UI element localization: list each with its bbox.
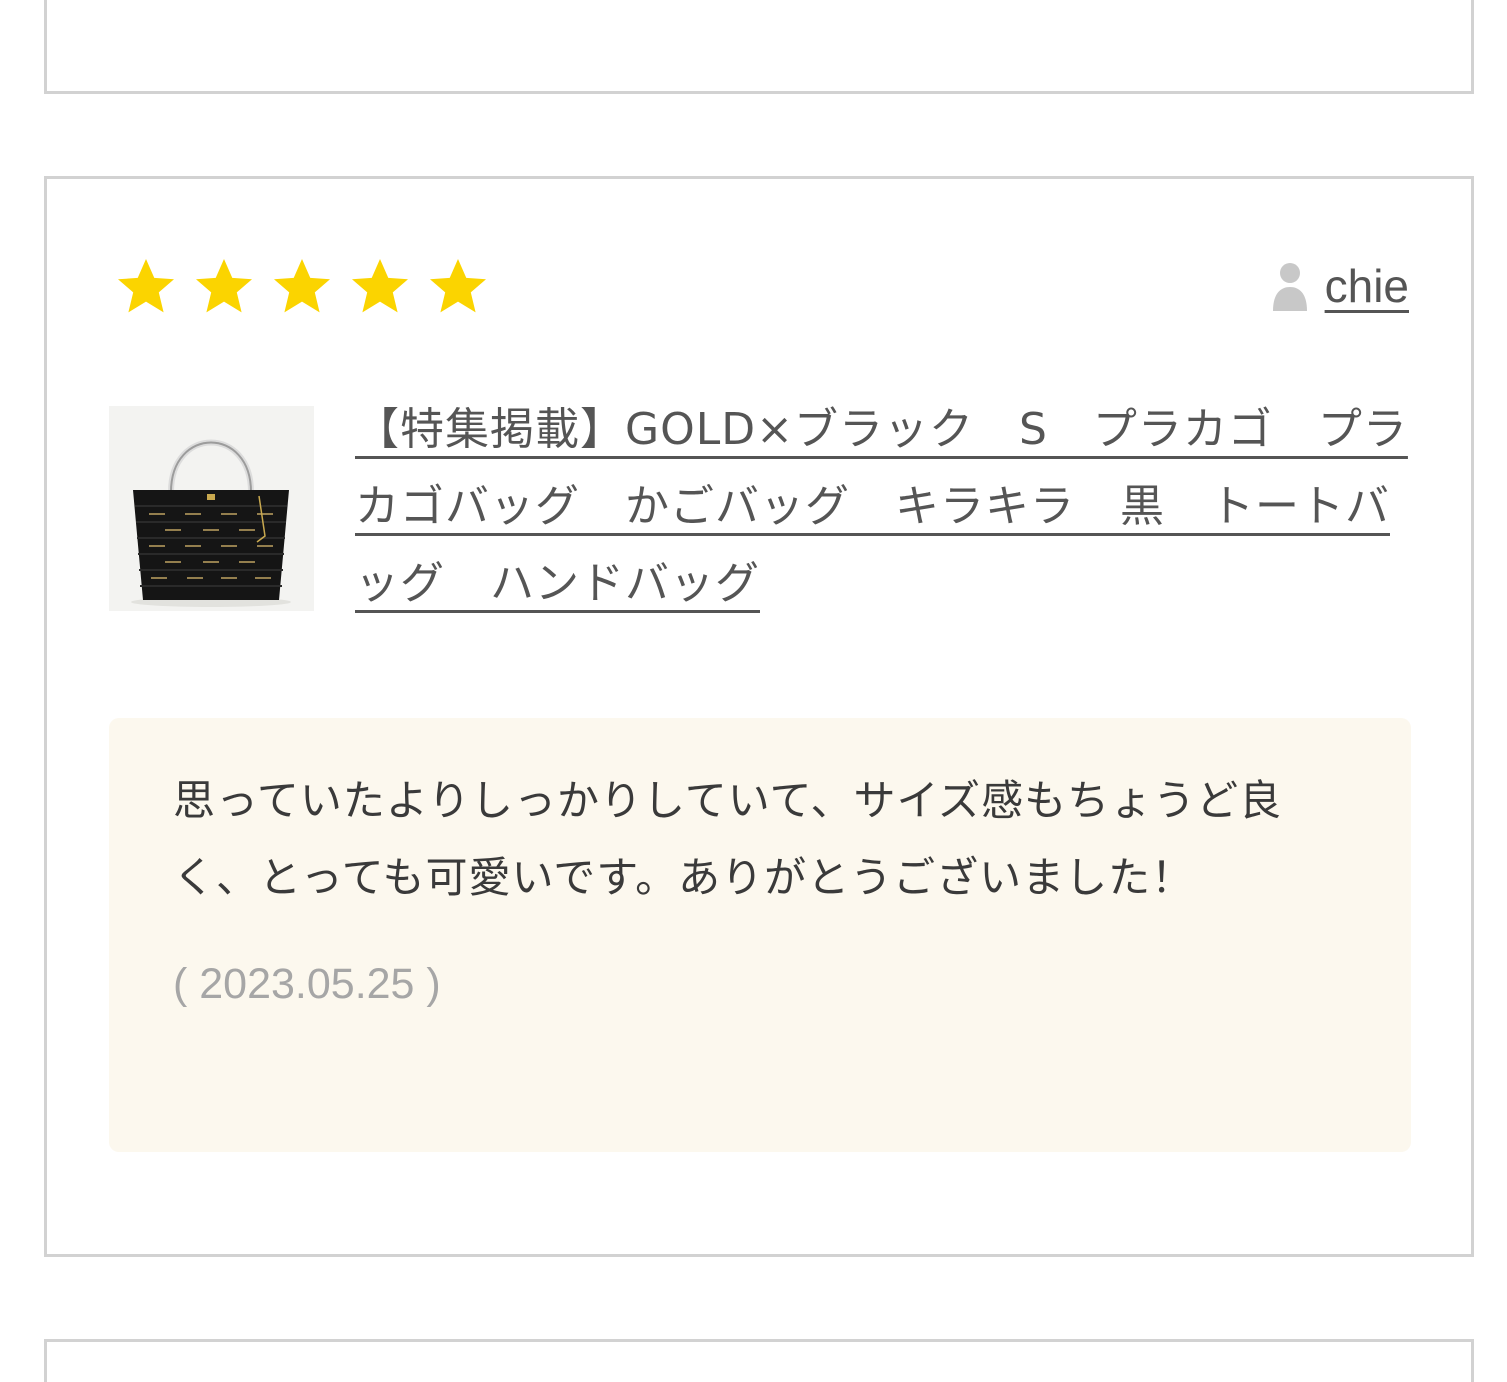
star-icon: [274, 259, 330, 313]
product-title-link[interactable]: 【特集掲載】GOLD×ブラック S プラカゴ プラカゴバッグ かごバッグ キラキ…: [355, 391, 1415, 622]
next-review-card: [44, 1339, 1474, 1382]
star-icon: [196, 259, 252, 313]
reviewer: chie: [1271, 259, 1409, 313]
star-icon: [118, 259, 174, 313]
star-icon: [430, 259, 486, 313]
review-card: chie 【特集掲載】GOLD×ブラック S プラカゴ プラカゴバッグ かごバッ…: [44, 176, 1474, 1257]
product-thumbnail[interactable]: [109, 406, 314, 611]
reviewer-name-link[interactable]: chie: [1325, 259, 1409, 313]
star-icon: [352, 259, 408, 313]
review-list: chie 【特集掲載】GOLD×ブラック S プラカゴ プラカゴバッグ かごバッ…: [0, 0, 1507, 1382]
previous-review-card: [44, 0, 1474, 94]
review-text: 思っていたよりしっかりしていて、サイズ感もちょうど良く、とっても可愛いです。あり…: [173, 776, 1283, 902]
review-date: ( 2023.05.25 ): [173, 960, 441, 1008]
star-rating: [109, 255, 495, 319]
review-body: 思っていたよりしっかりしていて、サイズ感もちょうど良く、とっても可愛いです。あり…: [109, 718, 1411, 1152]
person-icon: [1272, 263, 1307, 311]
